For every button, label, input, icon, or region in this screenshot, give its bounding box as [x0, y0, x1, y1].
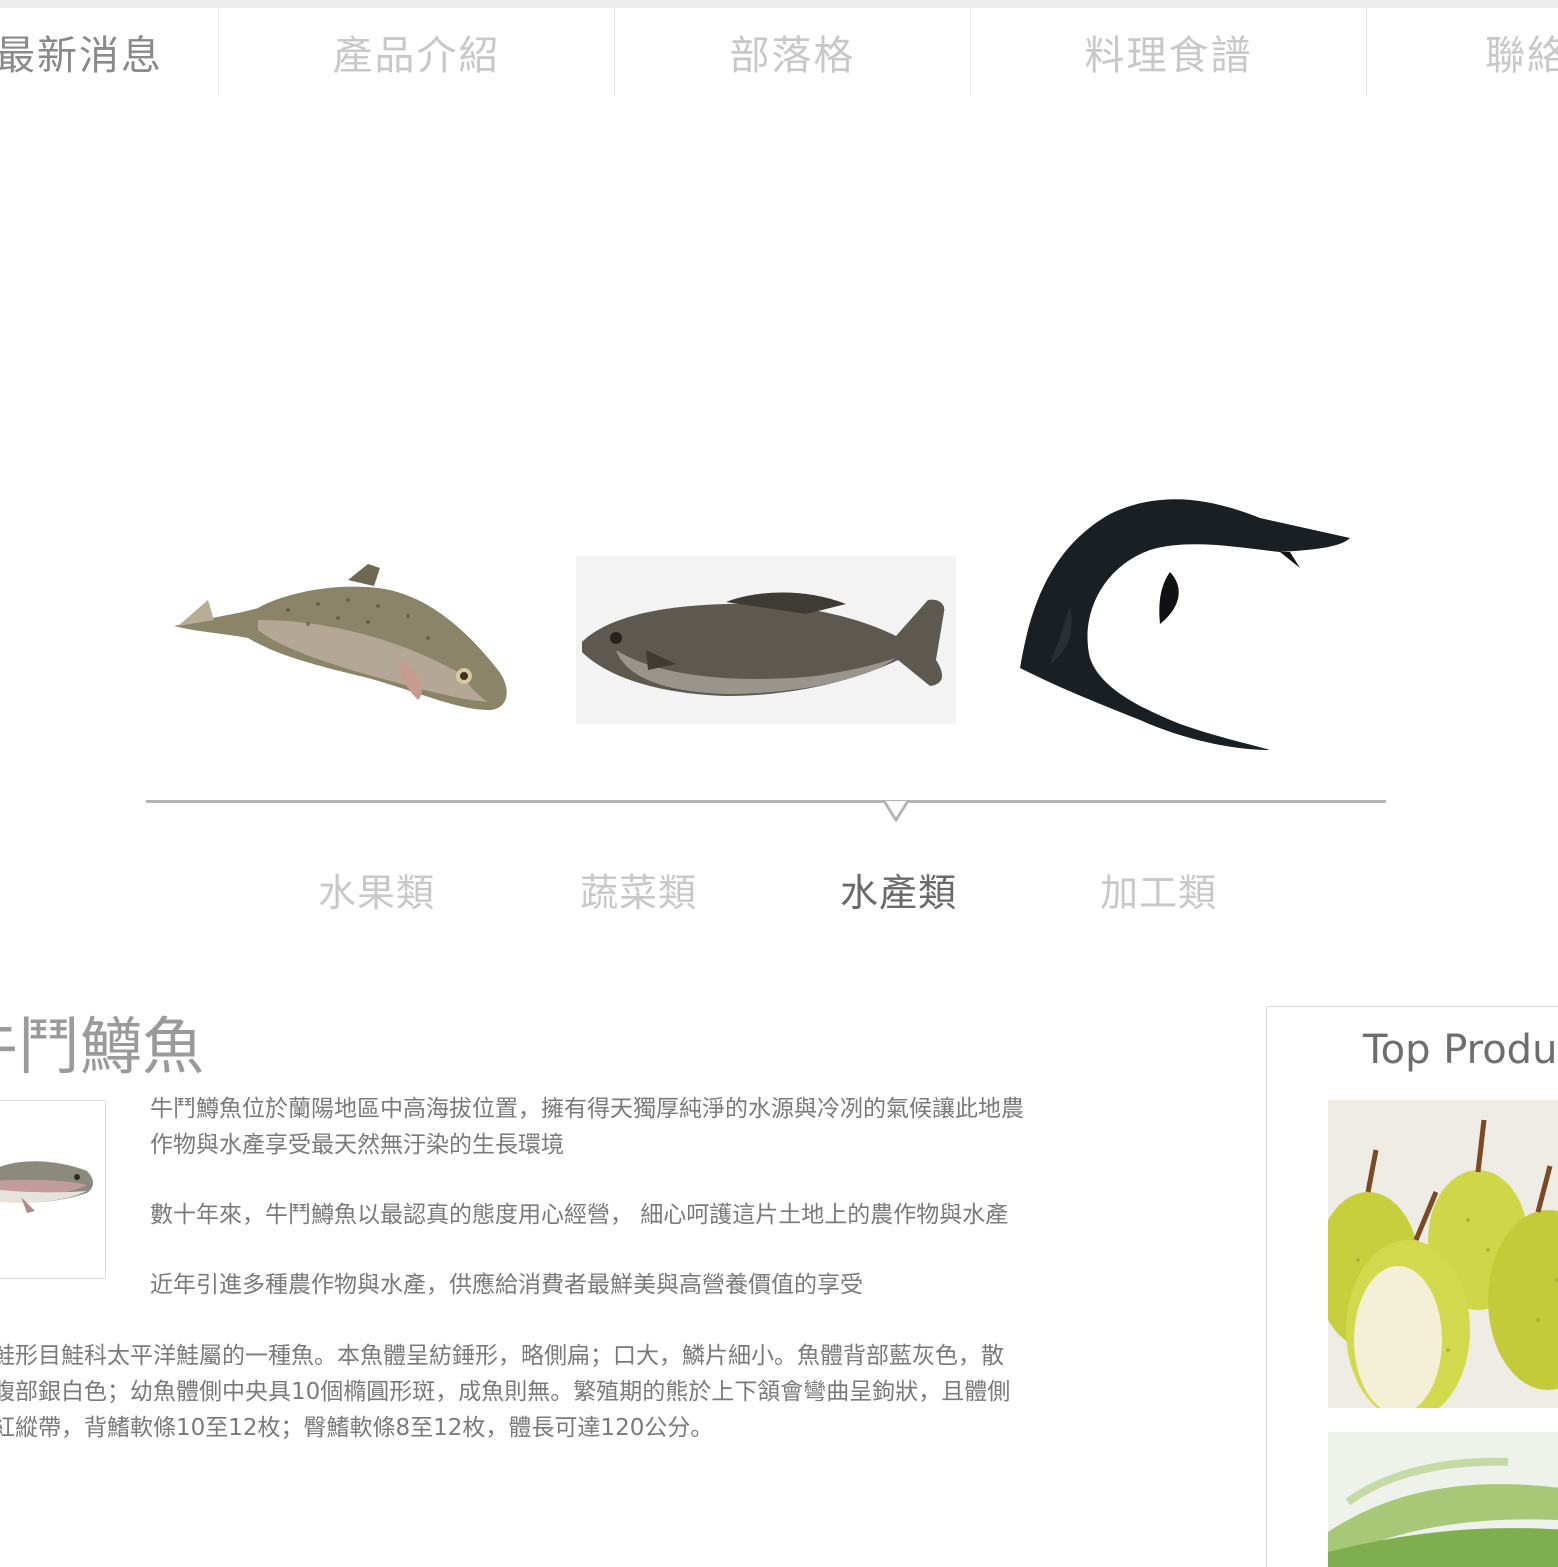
product-thumbnail[interactable]: [0, 1100, 106, 1279]
intro-line-1: 牛鬥鱒魚位於蘭陽地區中高海拔位置，擁有得天獨厚純淨的水源與冷冽的氣候讓此地農: [150, 1096, 1024, 1122]
trout-image[interactable]: [168, 560, 518, 720]
intro-line-2: 作物與水產享受最天然無汙染的生長環境: [150, 1132, 564, 1158]
intro-paragraph-2: 數十年來，牛鬥鱒魚以最認真的態度用心經營， 細心呵護這片土地上的農作物與水產: [150, 1202, 1009, 1228]
asparagus-image: [1328, 1432, 1558, 1567]
tab-vegetables[interactable]: 蔬菜類: [580, 862, 697, 917]
product-title: 牛鬥鱒魚: [0, 1010, 205, 1083]
intro-paragraph-3: 近年引進多種農作物與水產，供應給消費者最鮮美與高營養價值的享受: [150, 1272, 863, 1298]
tab-fruits[interactable]: 水果類: [318, 862, 435, 917]
top-product-asparagus[interactable]: [1328, 1432, 1558, 1567]
description-line-3: 紅縱帶，背鰭軟條10至12枚；臀鰭軟條8至12枚，體長可達120公分。: [0, 1415, 714, 1441]
top-products-sidebar: Top Products: [1266, 1006, 1558, 1567]
tab-seafood[interactable]: 水產類: [840, 862, 957, 917]
nav-item-contact[interactable]: 聯絡我們: [1367, 8, 1558, 96]
slider-indicator-icon: [884, 800, 908, 823]
sidebar-title: Top Products: [1363, 1027, 1558, 1073]
product-carousel: [0, 400, 1558, 810]
nav-item-blog[interactable]: 部落格: [615, 8, 970, 96]
nav-item-news[interactable]: 最新消息: [0, 8, 218, 96]
bass-image[interactable]: [576, 580, 956, 710]
category-slider-track: [146, 800, 1386, 803]
sturgeon-image[interactable]: [1010, 488, 1360, 758]
main-nav: 最新消息 產品介紹 部落格 料理食譜 聯絡我們: [0, 8, 1558, 96]
tab-processed[interactable]: 加工類: [1100, 862, 1217, 917]
nav-item-recipes[interactable]: 料理食譜: [971, 8, 1366, 96]
category-tabs: 水果類 蔬菜類 水產類 加工類: [0, 862, 1558, 922]
pears-image: [1328, 1100, 1558, 1408]
top-bar: [0, 0, 1558, 8]
description-line-2: 腹部銀白色；幼魚體側中央具10個橢圓形斑，成魚則無。繁殖期的熊於上下頷會彎曲呈鉤…: [0, 1379, 1011, 1405]
description-line-1: 鮭形目鮭科太平洋鮭屬的一種魚。本魚體呈紡錘形，略側扁；口大，鱗片細小。魚體背部藍…: [0, 1343, 1004, 1369]
nav-item-products[interactable]: 產品介紹: [219, 8, 614, 96]
trout-thumbnail-image: [0, 1161, 93, 1213]
top-product-pears[interactable]: [1328, 1100, 1558, 1408]
